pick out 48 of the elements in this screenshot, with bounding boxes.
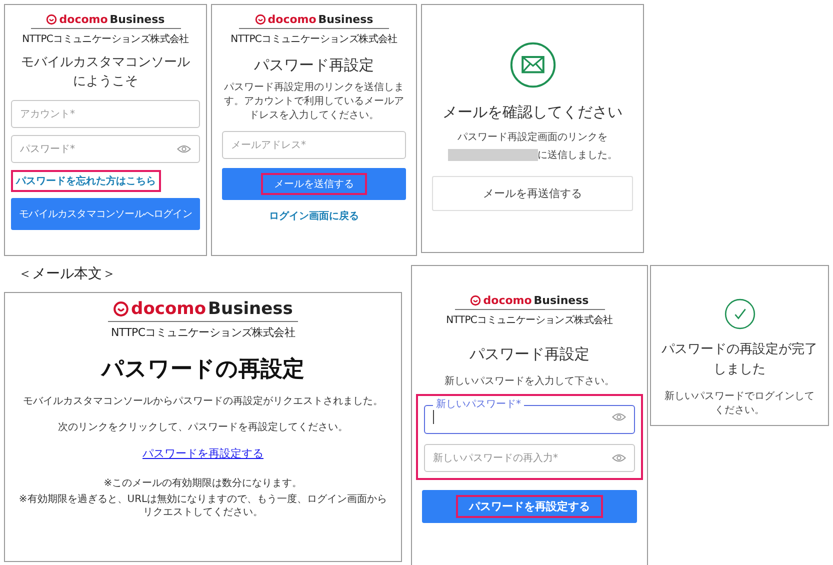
eye-icon[interactable] bbox=[612, 453, 626, 463]
input-field[interactable]: アカウント* bbox=[11, 100, 200, 128]
password-field[interactable]: 新しいパスワード* bbox=[424, 400, 635, 434]
send-mail-button[interactable]: メールを送信する bbox=[222, 168, 406, 200]
back-to-login-link[interactable]: ログイン画面に戻る bbox=[269, 209, 359, 223]
smile-circle-icon bbox=[46, 14, 58, 25]
description-text: パスワード再設定用のリンクを送信します。アカウントで利用しているメールアドレスを入力してください。 bbox=[223, 81, 405, 123]
email-paragraph: 次のリンクをクリックして、パスワードを再設定してください。 bbox=[58, 420, 348, 434]
forgot-password-link[interactable]: パスワードを忘れた方はこちら bbox=[11, 170, 161, 192]
screen-title: メールを確認してください bbox=[442, 103, 622, 122]
eye-icon[interactable] bbox=[177, 144, 191, 154]
screen-title: パスワード再設定 bbox=[254, 56, 374, 75]
completion-title: パスワードの再設定が完了しました bbox=[661, 341, 818, 378]
message-text: に送信しました。 bbox=[538, 149, 618, 162]
message-text: 新しいパスワードでログインしてください。 bbox=[664, 390, 816, 417]
resend-button[interactable]: メールを再送信する bbox=[432, 176, 633, 211]
email-title: パスワードの再設定 bbox=[102, 356, 304, 384]
brand-suffix: Business bbox=[318, 13, 374, 26]
message-text: パスワード再設定画面のリンクを bbox=[458, 130, 608, 144]
reset-link[interactable]: パスワードを再設定する bbox=[142, 446, 264, 461]
password-field[interactable]: 新しいパスワードの再入力* bbox=[424, 444, 635, 472]
brand-suffix: Business bbox=[110, 13, 165, 26]
note-text: ※このメールの有効期限は数分になります。 bbox=[104, 477, 302, 490]
brand-name: docomo bbox=[483, 294, 532, 307]
company-name: NTTPCコミュニケーションズ株式会社 bbox=[230, 32, 398, 46]
smile-circle-icon bbox=[113, 301, 130, 317]
email-paragraph: モバイルカスタマコンソールからパスワードの再設定がリクエストされました。 bbox=[23, 394, 383, 408]
brand-name: docomo bbox=[131, 299, 206, 319]
company-name: NTTPCコミュニケーションズ株式会社 bbox=[110, 325, 296, 340]
screen-title: パスワード再設定 bbox=[470, 345, 590, 364]
company-name: NTTPCコミュニケーションズ株式会社 bbox=[446, 314, 613, 327]
smile-circle-icon bbox=[470, 295, 482, 306]
welcome-title: モバイルカスタマコンソール にようこそ bbox=[21, 54, 190, 91]
password-field[interactable]: パスワード* bbox=[11, 134, 200, 163]
brand-suffix: Business bbox=[208, 299, 293, 319]
company-name: NTTPCコミュニケーションズ株式会社 bbox=[22, 32, 189, 46]
brand-name: docomo bbox=[59, 13, 108, 26]
login-button[interactable]: モバイルカスタマコンソールへログイン bbox=[11, 198, 200, 230]
reset-password-button[interactable]: パスワードを再設定する bbox=[422, 490, 637, 523]
smile-circle-icon bbox=[254, 14, 266, 25]
text-cursor bbox=[433, 410, 434, 424]
input-field[interactable]: メールアドレス* bbox=[222, 131, 406, 159]
brand-suffix: Business bbox=[534, 294, 589, 307]
eye-icon[interactable] bbox=[612, 412, 626, 422]
note-text: ※有効期限を過ぎると、URLは無効になりますので、もう一度、ログイン画面からリクエストしてください。 bbox=[18, 492, 388, 520]
instruction-text: 新しいパスワードを入力して下さい。 bbox=[444, 374, 614, 388]
brand-name: docomo bbox=[268, 13, 316, 26]
envelope-icon bbox=[508, 41, 556, 89]
